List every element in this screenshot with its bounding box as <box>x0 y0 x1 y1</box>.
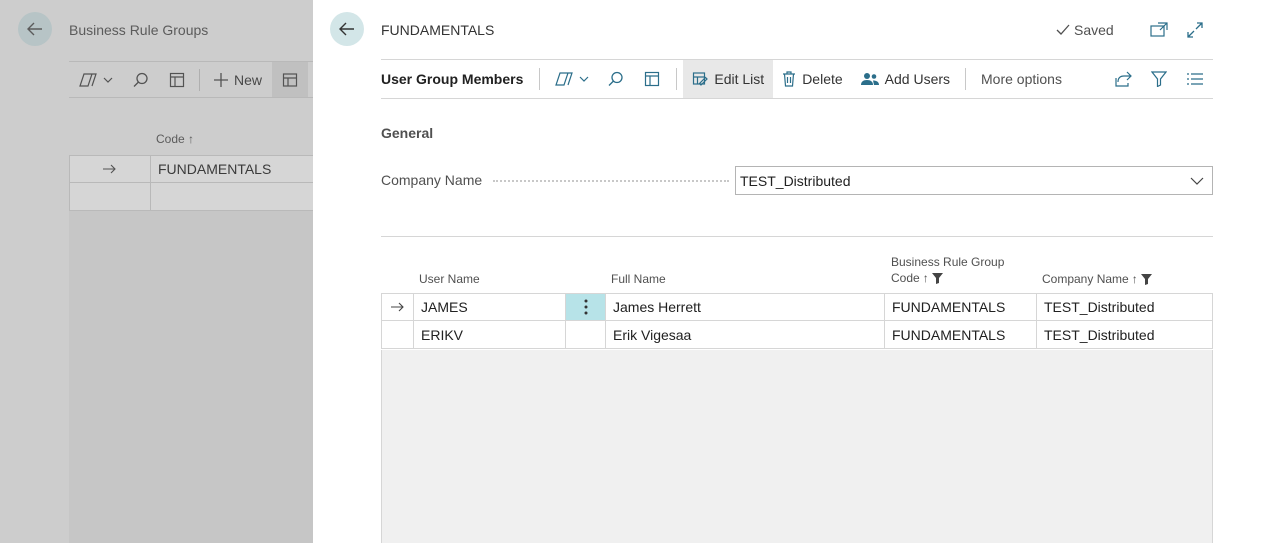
add-users-label: Add Users <box>884 71 951 87</box>
cell-company-name[interactable]: TEST_Distributed <box>1037 321 1212 348</box>
delete-label: Delete <box>802 71 843 87</box>
layout-icon <box>645 71 660 87</box>
chevron-down-icon <box>579 76 589 82</box>
expand-icon <box>1187 22 1203 38</box>
user-group-members-panel: FUNDAMENTALS Saved User Group Members Ed… <box>313 0 1270 543</box>
trash-icon <box>783 71 796 87</box>
share-icon <box>1114 71 1132 87</box>
toolbar-separator <box>676 68 678 90</box>
back-button[interactable] <box>330 12 364 46</box>
cell-company-name[interactable]: TEST_Distributed <box>1037 294 1212 320</box>
column-header-full-name[interactable]: Full Name <box>611 272 666 286</box>
sort-ascending-icon: ↑ <box>922 271 929 285</box>
section-divider <box>381 236 1213 237</box>
filter-icon <box>1151 71 1167 87</box>
cell-brg-code[interactable]: FUNDAMENTALS <box>885 294 1037 320</box>
row-indicator <box>382 294 414 320</box>
open-new-window-button[interactable] <box>1149 20 1169 40</box>
user-group-members-grid: JAMES James Herrett FUNDAMENTALS TEST_Di… <box>381 293 1213 349</box>
table-row[interactable]: JAMES James Herrett FUNDAMENTALS TEST_Di… <box>381 293 1213 321</box>
cell-full-name[interactable]: James Herrett <box>606 294 885 320</box>
brg-code-header-line2-wrap: Code ↑ <box>891 270 1004 286</box>
row-actions-button[interactable] <box>566 321 606 348</box>
filter-button[interactable] <box>1141 60 1177 98</box>
toolbar-title: User Group Members <box>381 71 524 87</box>
list-view-button[interactable] <box>1177 60 1213 98</box>
column-header-company-name[interactable]: Company Name ↑ <box>1042 272 1152 286</box>
search-icon <box>608 71 624 86</box>
company-name-header-label: Company Name <box>1042 272 1129 286</box>
brg-code-header-line1: Business Rule Group <box>891 255 1005 269</box>
expand-button[interactable] <box>1185 20 1205 40</box>
user-name-header-label: User Name <box>419 272 480 286</box>
users-icon <box>860 73 879 85</box>
saved-label: Saved <box>1074 22 1114 38</box>
modal-backdrop[interactable] <box>0 0 313 543</box>
open-in-new-window-icon <box>1150 22 1168 37</box>
arrow-left-icon <box>339 22 354 36</box>
column-header-brg-code[interactable]: Business Rule Group Code ↑ <box>891 254 1004 286</box>
brg-code-header-line2: Code <box>891 271 920 285</box>
delete-button[interactable]: Delete <box>773 60 851 98</box>
grid-empty-area <box>381 350 1213 543</box>
list-icon <box>1187 73 1203 85</box>
section-general-header[interactable]: General <box>381 125 433 141</box>
saved-status: Saved <box>1056 22 1114 38</box>
company-name-select[interactable]: TEST_Distributed <box>735 166 1213 195</box>
cell-brg-code[interactable]: FUNDAMENTALS <box>885 321 1037 348</box>
company-name-label: Company Name <box>381 172 483 188</box>
row-indicator <box>382 321 414 348</box>
toolbar-separator <box>539 68 541 90</box>
field-leader-dots <box>493 180 729 182</box>
column-header-user-name[interactable]: User Name <box>419 272 480 286</box>
edit-list-label: Edit List <box>714 71 765 87</box>
company-name-value: TEST_Distributed <box>740 172 851 189</box>
filter-icon <box>931 272 943 284</box>
more-vertical-icon <box>584 299 587 315</box>
edit-list-icon <box>693 72 709 86</box>
more-options-button[interactable]: More options <box>972 60 1071 98</box>
filter-icon <box>1140 273 1152 285</box>
share-button[interactable] <box>1105 60 1141 98</box>
chevron-down-icon <box>1190 177 1204 185</box>
cell-user-name[interactable]: ERIKV <box>414 321 566 348</box>
toolbar-right-actions <box>1105 60 1213 98</box>
action-toolbar: User Group Members Edit List Delete Add … <box>381 59 1213 99</box>
cell-user-name[interactable]: JAMES <box>414 294 566 320</box>
full-name-header-label: Full Name <box>611 272 666 286</box>
copilot-menu[interactable] <box>546 60 598 98</box>
sort-ascending-icon: ↑ <box>1131 272 1138 286</box>
grid-column-headers: User Name Full Name Business Rule Group … <box>381 252 1213 294</box>
view-layout-button[interactable] <box>634 60 670 98</box>
checkmark-icon <box>1056 24 1070 35</box>
cell-full-name[interactable]: Erik Vigesaa <box>606 321 885 348</box>
table-row[interactable]: ERIKV Erik Vigesaa FUNDAMENTALS TEST_Dis… <box>381 321 1213 349</box>
toolbar-separator <box>965 68 967 90</box>
page-title: FUNDAMENTALS <box>381 22 495 38</box>
more-options-label: More options <box>981 71 1062 87</box>
copilot-icon <box>555 72 574 86</box>
edit-list-button[interactable]: Edit List <box>683 60 774 98</box>
add-users-button[interactable]: Add Users <box>852 60 959 98</box>
arrow-right-icon <box>390 302 404 312</box>
search-button[interactable] <box>598 60 634 98</box>
row-actions-button[interactable] <box>566 294 606 320</box>
